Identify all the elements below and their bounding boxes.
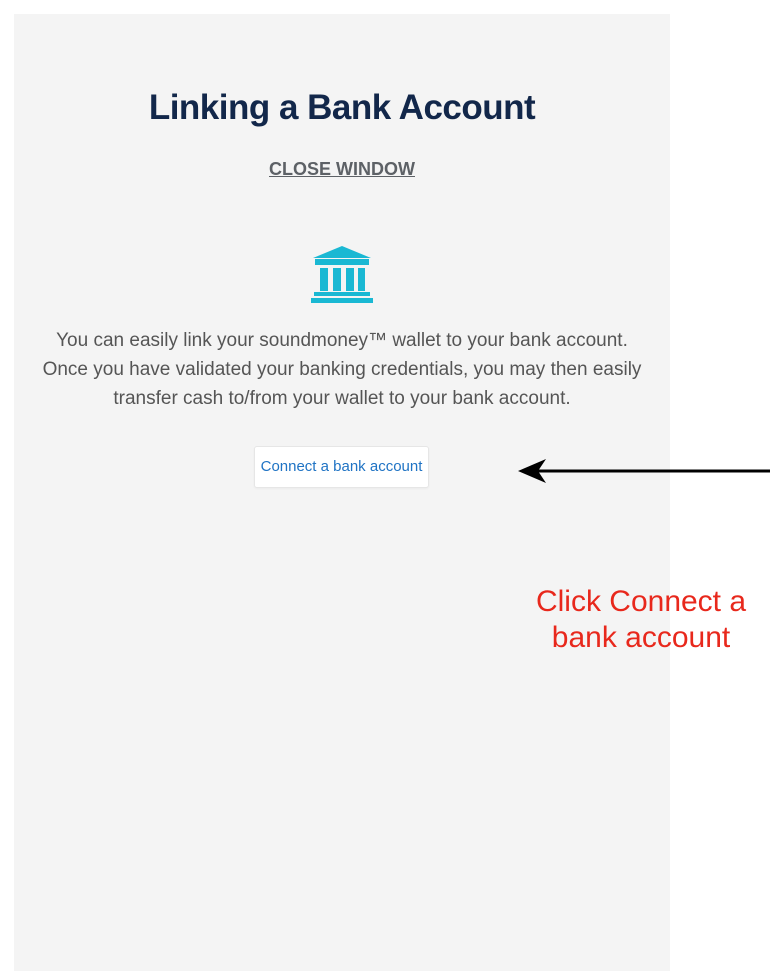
description-line: Once you have validated your banking cre… <box>42 359 642 380</box>
bank-icon <box>311 246 373 303</box>
instruction-annotation: Click Connect a bank account <box>512 584 770 656</box>
connect-bank-account-button[interactable]: Connect a bank account <box>254 446 429 488</box>
description-line: transfer cash to/from your wallet to you… <box>113 388 571 409</box>
description-text: You can easily link your soundmoney™ wal… <box>38 326 646 413</box>
dialog-panel: Linking a Bank Account CLOSE WINDOW You … <box>14 14 670 971</box>
page-title: Linking a Bank Account <box>148 88 536 127</box>
close-window-link[interactable]: CLOSE WINDOW <box>14 159 670 180</box>
annotation-line: Click Connect a <box>535 585 747 618</box>
annotation-line: bank account <box>551 621 731 654</box>
description-line: You can easily link your soundmoney™ wal… <box>56 330 628 351</box>
arrow-left-icon <box>518 459 770 483</box>
